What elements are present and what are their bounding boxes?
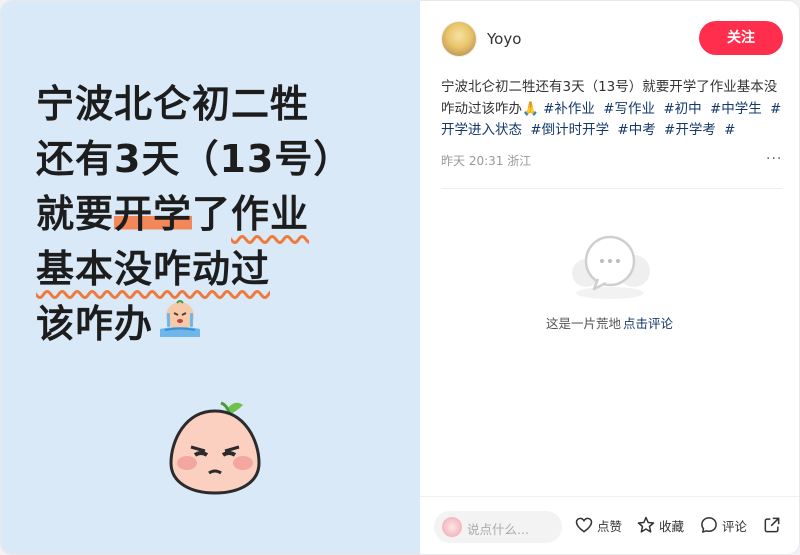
empty-comments-label: 这是一片荒地 <box>545 316 621 331</box>
hashtag-link[interactable]: #倒计时开学 <box>530 122 609 138</box>
hashtag-link[interactable]: #中考 <box>617 122 655 138</box>
hashtag-link[interactable]: #补作业 <box>543 101 595 117</box>
hashtag-link[interactable]: #写作业 <box>603 101 655 117</box>
share-button[interactable] <box>762 515 785 535</box>
author-avatar[interactable] <box>441 21 477 57</box>
star-icon <box>637 516 655 533</box>
comment-button[interactable]: 评论 <box>699 515 747 535</box>
headline-highlight: 开学 <box>114 192 193 236</box>
headline-line-5: 该咋办 <box>36 297 416 354</box>
comment-label: 评论 <box>722 518 748 534</box>
empty-comments-text: 这是一片荒地 点击评论 <box>420 313 799 332</box>
headline-line-2: 还有3天（13号） <box>36 137 353 181</box>
divider <box>441 188 782 189</box>
hashtag-link[interactable]: # <box>724 122 735 138</box>
post-meta: 昨天 20:31 浙江 <box>441 154 532 168</box>
post-description: 宁波北仑初二牲还有3天（13号）就要开学了作业基本没咋动过该咋办🙏 #补作业 #… <box>441 77 786 142</box>
hashtag-link[interactable]: #初中 <box>663 101 701 117</box>
hashtag-link[interactable]: #开学考 <box>664 122 716 138</box>
share-icon <box>764 517 780 533</box>
author-name[interactable]: Yoyo <box>487 30 521 48</box>
cover-image[interactable]: 宁波北仑初二牲 还有3天（13号） 就要开学了作业 基本没咋动过 该咋办 <box>1 1 420 554</box>
headline-line-4: 基本没咋动过 <box>36 247 271 291</box>
pray-emoji-icon: 🙏 <box>522 100 539 117</box>
headline-line-3-mid: 了 <box>192 192 232 236</box>
more-options-icon[interactable]: ··· <box>766 151 782 167</box>
heart-icon <box>575 517 593 533</box>
headline-wavy: 作业 <box>231 192 310 236</box>
headline-line-5-text: 该咋办 <box>36 302 154 346</box>
like-label: 点赞 <box>597 518 623 534</box>
note-card: 宁波北仑初二牲 还有3天（13号） 就要开学了作业 基本没咋动过 该咋办 Yoy… <box>0 0 800 555</box>
bottom-divider <box>420 496 799 497</box>
user-avatar <box>442 517 462 537</box>
headline-line-3: 就要开学了作业 <box>36 187 416 242</box>
empty-comments-icon <box>568 231 652 305</box>
headline-line-3-pre: 就要 <box>36 192 115 236</box>
cover-headline: 宁波北仑初二牲 还有3天（13号） 就要开学了作业 基本没咋动过 该咋办 <box>36 77 416 354</box>
peach-mascot-icon <box>167 397 263 501</box>
like-button[interactable]: 点赞 <box>574 515 622 535</box>
headline-line-1: 宁波北仑初二牲 <box>36 82 310 126</box>
comment-icon <box>701 517 717 533</box>
comment-placeholder: 说点什么... <box>467 522 529 537</box>
comment-input[interactable]: 说点什么... <box>434 511 562 543</box>
crying-face-icon <box>157 299 203 354</box>
hashtag-link[interactable]: #中学生 <box>710 101 762 117</box>
collect-button[interactable]: 收藏 <box>636 515 684 535</box>
note-detail-panel: Yoyo 关注 宁波北仑初二牲还有3天（13号）就要开学了作业基本没咋动过该咋办… <box>420 1 799 554</box>
collect-label: 收藏 <box>659 518 685 534</box>
click-to-comment-link[interactable]: 点击评论 <box>623 316 673 331</box>
follow-button[interactable]: 关注 <box>699 21 783 55</box>
